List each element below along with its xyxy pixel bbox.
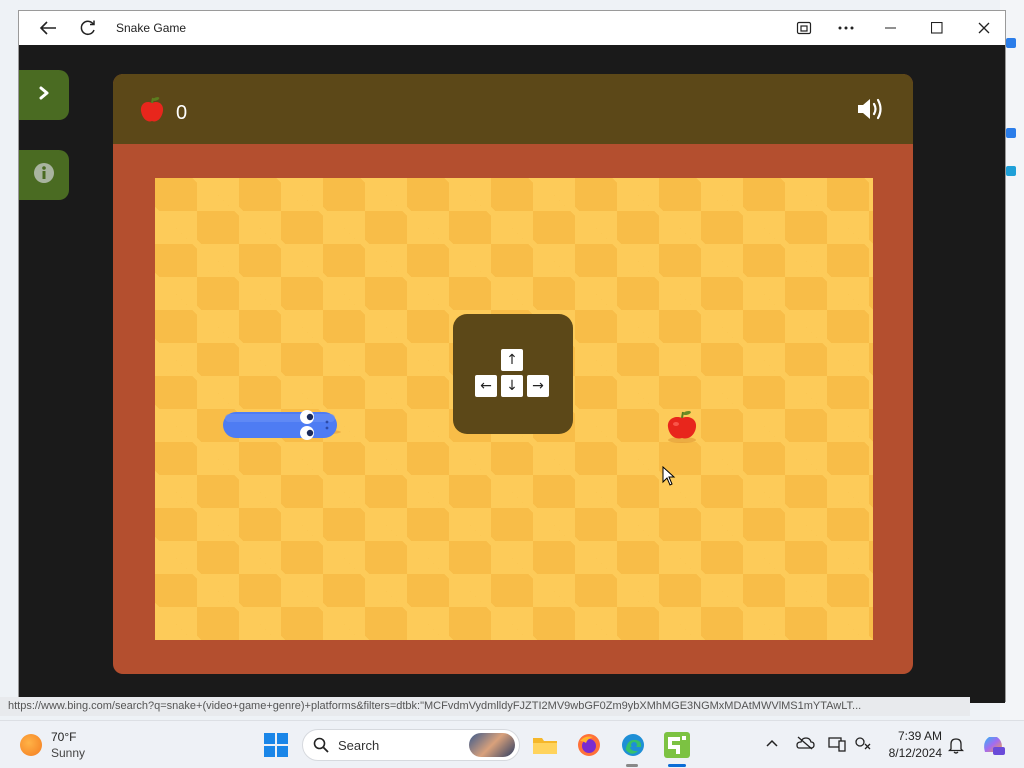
accessibility-icon[interactable] <box>854 736 872 755</box>
apple-icon <box>138 96 166 129</box>
clock-time[interactable]: 7:39 AM <box>896 729 942 743</box>
desktop-icon[interactable] <box>1006 166 1016 176</box>
firefox-icon[interactable] <box>576 732 602 758</box>
app-cast-icon[interactable] <box>789 11 819 45</box>
arrow-right-key: → <box>527 375 549 397</box>
window-title: Snake Game <box>116 21 187 35</box>
display-icon[interactable] <box>828 736 846 755</box>
arrow-down-key: ↓ <box>501 375 523 397</box>
weather-sun-icon[interactable] <box>20 734 42 756</box>
edge-running-indicator <box>626 764 638 767</box>
clock-date[interactable]: 8/12/2024 <box>884 746 942 760</box>
search-label: Search <box>338 738 380 753</box>
arrow-left-key: ← <box>475 375 497 397</box>
search-icon <box>313 737 329 758</box>
back-arrow-icon[interactable] <box>33 11 63 45</box>
chevron-up-icon[interactable] <box>765 736 779 751</box>
game-viewport: 0 ↑ ← ↓ → <box>19 45 1005 703</box>
arrow-up-key: ↑ <box>501 349 523 371</box>
game-header: 0 <box>113 74 913 144</box>
notification-icon[interactable] <box>947 736 965 757</box>
chevron-right-icon <box>38 86 50 105</box>
info-icon <box>33 162 55 189</box>
more-icon[interactable] <box>831 11 861 45</box>
minimize-icon[interactable] <box>876 11 906 45</box>
weather-temperature[interactable]: 70°F <box>51 730 76 744</box>
mouse-cursor-icon <box>662 465 676 491</box>
apple-food <box>664 410 700 449</box>
taskbar: 70°F Sunny Search 7:39 AM 8/12/2024 <box>0 720 1024 768</box>
close-icon[interactable] <box>969 11 999 45</box>
desktop-icon[interactable] <box>1006 128 1016 138</box>
snake <box>221 408 343 451</box>
refresh-icon[interactable] <box>73 11 103 45</box>
search-highlight-image <box>469 733 515 757</box>
taskbar-search[interactable]: Search <box>302 729 520 761</box>
menu-button[interactable] <box>19 70 69 120</box>
weather-condition[interactable]: Sunny <box>51 746 85 760</box>
info-button[interactable] <box>19 150 69 200</box>
desktop-icon[interactable] <box>1006 38 1016 48</box>
snake-game-app-icon[interactable] <box>664 732 690 758</box>
file-explorer-icon[interactable] <box>532 732 558 758</box>
game-board[interactable]: ↑ ← ↓ → <box>155 178 873 640</box>
copilot-icon[interactable] <box>980 732 1006 761</box>
speaker-icon[interactable] <box>855 96 885 127</box>
status-bar-url: https://www.bing.com/search?q=snake+(vid… <box>0 697 970 716</box>
edge-icon[interactable] <box>620 732 646 758</box>
windows-start-icon[interactable] <box>264 733 288 762</box>
title-bar: Snake Game <box>19 11 1005 45</box>
snake-active-indicator <box>668 764 686 767</box>
game-panel: 0 ↑ ← ↓ → <box>113 74 913 674</box>
arrow-keys-hint: ↑ ← ↓ → <box>453 314 573 434</box>
onedrive-icon[interactable] <box>795 736 815 753</box>
score-counter: 0 <box>176 102 188 124</box>
app-window: Snake Game 0 ↑ ← ↓ → <box>18 10 1006 703</box>
maximize-icon[interactable] <box>922 11 952 45</box>
